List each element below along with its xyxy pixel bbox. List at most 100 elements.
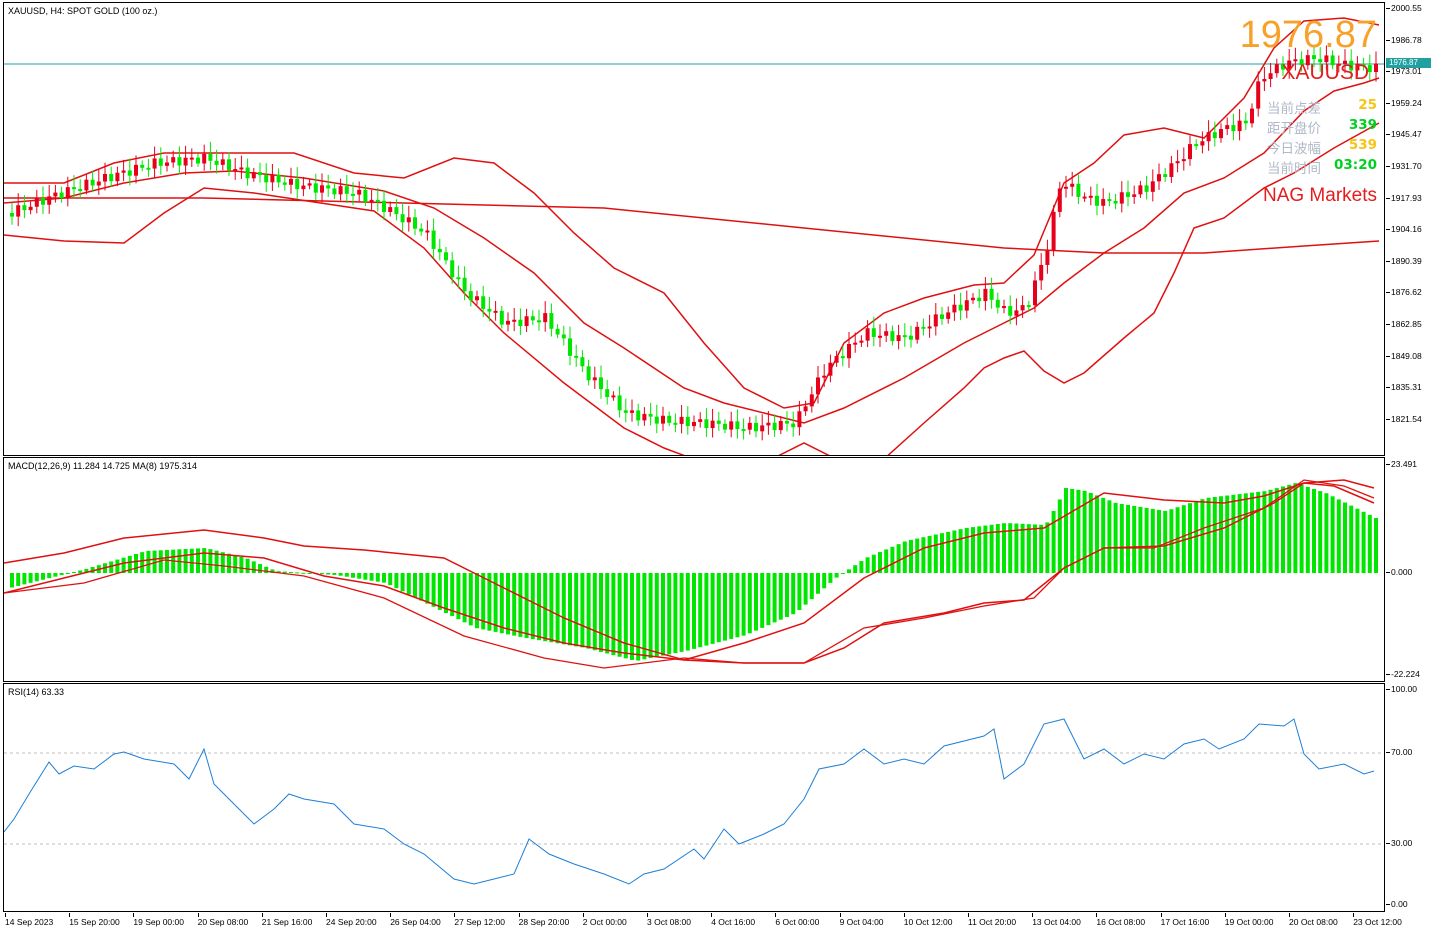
time-label: 11 Oct 20:00 bbox=[968, 913, 1017, 927]
macd-histogram-bar bbox=[1107, 500, 1112, 573]
rsi-scale[interactable]: 100.00 70.00 30.00 0.00 bbox=[1385, 683, 1441, 912]
time-axis[interactable]: 14 Sep 2023 15 Sep 20:00 19 Sep 00:00 20 Se… bbox=[3, 913, 1403, 935]
macd-histogram-bar bbox=[189, 548, 194, 573]
macd-histogram-bar bbox=[307, 573, 312, 574]
macd-histogram-bar bbox=[741, 573, 746, 636]
macd-histogram-bar bbox=[493, 573, 498, 632]
macd-histogram-bar bbox=[165, 549, 169, 573]
time-label: 20 Sep 08:00 bbox=[197, 913, 249, 927]
macd-histogram-bar bbox=[400, 573, 405, 592]
macd-histogram-bar bbox=[34, 573, 39, 582]
candle-body bbox=[1169, 163, 1174, 177]
candle-body bbox=[592, 377, 597, 381]
candle-body bbox=[989, 288, 994, 300]
macd-histogram-bar bbox=[1150, 508, 1155, 573]
macd-histogram-bar bbox=[65, 573, 70, 574]
macd-histogram-bar bbox=[816, 573, 820, 594]
candle-body bbox=[543, 313, 548, 323]
bollinger-upper-band bbox=[4, 17, 1380, 409]
macd-histogram-bar bbox=[692, 573, 696, 649]
macd-pane[interactable]: MACD(12,26,9) 11.284 14.725 MA(8) 1975.3… bbox=[3, 457, 1385, 682]
rsi-header: RSI(14) 63.33 bbox=[8, 687, 65, 697]
candle-body bbox=[840, 356, 845, 359]
info-value: 339 bbox=[1348, 117, 1377, 133]
rsi-pane[interactable]: RSI(14) 63.33 bbox=[3, 683, 1385, 912]
candle-body bbox=[909, 335, 913, 340]
price-chart-canvas[interactable] bbox=[4, 3, 1385, 456]
macd-histogram-bar bbox=[568, 573, 572, 646]
candle-body bbox=[636, 410, 641, 421]
candle-body bbox=[369, 199, 374, 202]
candle-body bbox=[313, 183, 318, 193]
candle-body bbox=[630, 410, 634, 413]
candle-body bbox=[84, 179, 89, 191]
candle-body bbox=[227, 159, 231, 171]
candle-body bbox=[524, 316, 529, 327]
macd-scale[interactable]: 23.491 0.000 -22.224 bbox=[1385, 457, 1441, 682]
candle-body bbox=[456, 277, 461, 280]
candle-body bbox=[785, 420, 789, 424]
macd-histogram-bar bbox=[41, 573, 45, 580]
price-tick: 1821.54 bbox=[1386, 413, 1422, 424]
macd-histogram-bar bbox=[630, 573, 634, 660]
rsi-tick: 0.00 bbox=[1386, 899, 1408, 909]
candle-body bbox=[382, 200, 386, 212]
candle-body bbox=[1132, 194, 1137, 197]
info-value: 539 bbox=[1348, 137, 1377, 153]
time-label: 27 Sep 12:00 bbox=[454, 913, 505, 927]
price-chart-pane[interactable]: XAUUSD, H4: SPOT GOLD (100 oz.) bbox=[3, 2, 1385, 456]
macd-histogram-bar bbox=[834, 573, 839, 578]
macd-histogram-bar bbox=[1033, 524, 1037, 573]
macd-histogram-bar bbox=[661, 573, 665, 656]
macd-histogram-bar bbox=[1088, 492, 1093, 573]
macd-histogram-bar bbox=[1355, 508, 1360, 573]
macd-histogram-bar bbox=[667, 573, 672, 655]
macd-histogram-bar bbox=[413, 573, 417, 598]
candle-body bbox=[475, 296, 479, 301]
candle-body bbox=[301, 185, 306, 190]
candle-body bbox=[127, 170, 132, 176]
macd-histogram-bar bbox=[357, 573, 362, 579]
macd-histogram-bar bbox=[518, 573, 523, 637]
macd-histogram-bar bbox=[1262, 491, 1267, 573]
price-scale[interactable]: 2000.55 1986.78 1973.01 1959.24 1945.47 1931.… bbox=[1386, 2, 1441, 456]
macd-histogram-bar bbox=[952, 530, 957, 573]
macd-histogram-bar bbox=[648, 573, 653, 659]
candle-body bbox=[16, 205, 21, 217]
candle-body bbox=[320, 185, 324, 193]
candle-body bbox=[1274, 64, 1279, 74]
macd-histogram-bar bbox=[1138, 506, 1143, 573]
macd-histogram-bar bbox=[797, 573, 802, 611]
candle-body bbox=[1231, 125, 1236, 132]
macd-histogram-bar bbox=[512, 573, 517, 636]
macd-histogram-bar bbox=[884, 549, 889, 573]
price-tick: 1862.85 bbox=[1386, 319, 1422, 329]
macd-histogram-bar bbox=[946, 531, 951, 573]
candle-body bbox=[927, 326, 932, 329]
overlay-price: 1976.87 bbox=[1239, 14, 1377, 56]
candle-body bbox=[282, 182, 287, 185]
candle-body bbox=[437, 248, 442, 253]
macd-canvas[interactable] bbox=[4, 458, 1385, 682]
macd-histogram-bar bbox=[766, 573, 771, 626]
time-label: 19 Oct 00:00 bbox=[1224, 913, 1274, 927]
macd-histogram-bar bbox=[22, 573, 27, 585]
macd-histogram-bar bbox=[915, 538, 920, 573]
candle-body bbox=[41, 198, 45, 205]
candle-body bbox=[661, 415, 665, 424]
candle-body bbox=[1194, 144, 1199, 147]
candle-body bbox=[1163, 174, 1168, 177]
candle-body bbox=[326, 185, 331, 189]
overlay-symbol: XAUUSD bbox=[1281, 61, 1369, 84]
candle-body bbox=[276, 174, 281, 183]
candle-body bbox=[134, 164, 138, 176]
macd-histogram-bar bbox=[437, 573, 442, 610]
macd-histogram-bar bbox=[530, 573, 535, 640]
candle-body bbox=[34, 198, 39, 207]
macd-histogram-bar bbox=[338, 573, 343, 576]
price-tick: 1849.08 bbox=[1386, 350, 1422, 361]
time-label: 19 Sep 00:00 bbox=[133, 913, 184, 927]
price-tick: 1986.78 bbox=[1386, 34, 1422, 45]
candle-body bbox=[1175, 161, 1180, 164]
rsi-canvas[interactable] bbox=[4, 684, 1385, 912]
